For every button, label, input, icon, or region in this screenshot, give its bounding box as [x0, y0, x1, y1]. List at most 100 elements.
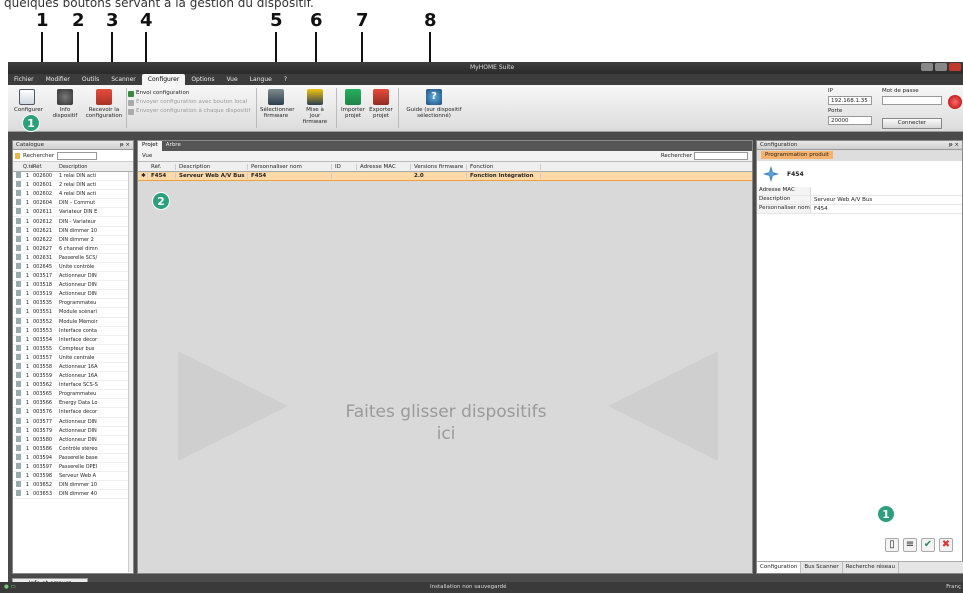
mise-a-jour-firmware-button[interactable]: Mise à jour firmware	[300, 89, 330, 125]
property-row[interactable]: Description Serveur Web A/V Bus	[757, 196, 962, 205]
list-item[interactable]: 1 003652 DIN dimmer 10	[13, 481, 133, 491]
list-item[interactable]: 1 003551 Module scénari	[13, 308, 133, 318]
list-item[interactable]: 1 003579 Actionneur DIN	[13, 426, 133, 436]
ip-label: IP	[828, 88, 833, 94]
config-document-button[interactable]: ▯	[885, 538, 899, 552]
password-field[interactable]	[882, 96, 942, 105]
menu-modifier[interactable]: Modifier	[40, 74, 76, 85]
list-item[interactable]: 1 003576 Interface décor	[13, 408, 133, 418]
guide-button[interactable]: ? Guide (sur dispositif sélectionné)	[400, 89, 468, 119]
device-star-icon	[763, 166, 779, 182]
list-item[interactable]: 1 002622 DIN dimmer 2	[13, 235, 133, 245]
minimize-button[interactable]	[921, 63, 933, 71]
catalogue-scrollbar[interactable]	[128, 172, 133, 572]
device-icon	[13, 463, 23, 471]
list-item[interactable]: 1 003518 Actionneur DIN	[13, 281, 133, 291]
property-row[interactable]: Adresse MAC	[757, 187, 962, 196]
list-item[interactable]: 1 002627 6 channel dimn	[13, 244, 133, 254]
configuration-pane: Configuration ᵽ × Programmation produit …	[756, 140, 963, 574]
list-item[interactable]: 1 003558 Actionneur 16A	[13, 363, 133, 373]
list-item[interactable]: 1 003517 Actionneur DIN	[13, 272, 133, 282]
badge-2: 2	[152, 192, 170, 210]
catalogue-pane: Catalogue ᵽ × Rechercher Q.té Réf. Descr…	[12, 140, 134, 574]
list-item[interactable]: 1 003597 Passerelle OPEI	[13, 463, 133, 473]
port-field[interactable]: 20000	[828, 116, 872, 125]
envoi-bouton-local-button[interactable]: Envoyer configuration avec bouton local	[128, 98, 250, 107]
list-item[interactable]: 1 003586 Contrôle stéréo	[13, 444, 133, 454]
list-item[interactable]: 1 002645 Unité contrôle	[13, 262, 133, 273]
list-item[interactable]: 1 003535 Programmateu	[13, 299, 133, 309]
maximize-button[interactable]	[935, 63, 947, 71]
menu-configurer[interactable]: Configurer	[141, 74, 186, 85]
menu-langue[interactable]: Langue	[244, 74, 278, 85]
list-item[interactable]: 1 003598 Serveur Web A	[13, 472, 133, 482]
tab-recherche-reseau[interactable]: Recherche réseau	[843, 562, 899, 573]
device-icon	[13, 344, 23, 353]
list-item[interactable]: 1 003555 Compteur bus	[13, 344, 133, 354]
list-item[interactable]: 1 002601 2 relai DIN acti	[13, 181, 133, 191]
menu-outils[interactable]: Outils	[76, 74, 105, 85]
selectionner-firmware-button[interactable]: Sélectionner firmware	[260, 89, 294, 119]
info-dispositif-button[interactable]: Info dispositif	[50, 89, 80, 119]
exporter-projet-button[interactable]: Exporter projet	[368, 89, 394, 119]
list-item[interactable]: 1 002600 1 relai DIN acti	[13, 172, 133, 182]
list-item[interactable]: 1 003559 Actionneur 16A	[13, 372, 133, 382]
list-item[interactable]: 1 003565 Programmateu	[13, 390, 133, 400]
ip-field[interactable]: 192.168.1.35	[828, 96, 872, 105]
menu-vue[interactable]: Vue	[220, 74, 243, 85]
close-button[interactable]	[949, 63, 961, 71]
tab-projet[interactable]: Projet	[138, 141, 162, 151]
list-item[interactable]: 1 002611 Variateur DIN E	[13, 208, 133, 218]
programmation-produit-tab[interactable]: Programmation produit	[757, 150, 962, 161]
list-item[interactable]: 1 003557 Unité centrale	[13, 353, 133, 363]
apply-check-button[interactable]: ✔	[921, 538, 935, 552]
list-item[interactable]: 1 003554 Interface décor	[13, 335, 133, 345]
list-item[interactable]: 1 002621 DIN dimmer 10	[13, 226, 133, 236]
menu-fichier[interactable]: Fichier	[8, 74, 40, 85]
list-item[interactable]: 1 002612 DIN - Variateur	[13, 217, 133, 227]
drop-zone-text[interactable]: Faites glisser dispositifs ici	[138, 401, 754, 445]
list-item[interactable]: 1 003577 Actionneur DIN	[13, 417, 133, 427]
list-item[interactable]: 1 003552 Module Mémoir	[13, 317, 133, 327]
pin-close-icon[interactable]: ᵽ ×	[120, 142, 130, 148]
tab-configuration[interactable]: Configuration	[757, 562, 802, 573]
device-icon	[13, 435, 23, 444]
property-row[interactable]: Personnaliser nom F454	[757, 205, 962, 214]
table-row[interactable]: ✱ F454 Serveur Web A/V Bus F454 2.0 Fonc…	[138, 172, 752, 181]
connect-button[interactable]: Connecter	[882, 118, 942, 129]
tab-arbre[interactable]: Arbre	[162, 141, 185, 151]
title-bar: MyHOME Suite	[8, 62, 963, 74]
envoi-configuration-button[interactable]: Envoi configuration	[128, 89, 250, 98]
list-item[interactable]: 1 002631 Passerelle SCS/	[13, 253, 133, 263]
list-item[interactable]: 1 003562 Interface SCS-S	[13, 381, 133, 391]
menu-scanner[interactable]: Scanner	[105, 74, 142, 85]
configurer-button[interactable]: Configurer	[14, 89, 43, 113]
menu-help[interactable]: ?	[278, 74, 293, 85]
config-list-button[interactable]: ≡	[903, 538, 917, 552]
list-item[interactable]: 1 003553 Interface conta	[13, 326, 133, 336]
list-item[interactable]: 1 003594 Passerelle base	[13, 453, 133, 463]
language-indicator: Franç	[946, 584, 961, 590]
device-info-icon	[57, 89, 73, 105]
importer-projet-button[interactable]: Importer projet	[340, 89, 366, 119]
device-icon	[13, 272, 23, 280]
document-icon	[19, 89, 35, 105]
list-item[interactable]: 1 003653 DIN dimmer 40	[13, 490, 133, 500]
list-item[interactable]: 1 003580 Actionneur DIN	[13, 435, 133, 445]
tab-bus-scanner[interactable]: Bus Scanner	[801, 562, 843, 573]
callout-3: 3	[106, 10, 119, 31]
menu-options[interactable]: Options	[185, 74, 220, 85]
folder-icon	[15, 152, 20, 159]
recevoir-configuration-button[interactable]: Recevoir la configuration	[84, 89, 124, 119]
envoi-chaque-dispositif-button[interactable]: Envoyer configuration à chaque dispositi…	[128, 107, 250, 116]
list-item[interactable]: 1 002602 4 relai DIN acti	[13, 190, 133, 200]
catalogue-search-input[interactable]	[57, 151, 98, 160]
pin-close-icon[interactable]: ᵽ ×	[949, 142, 959, 148]
cancel-x-button[interactable]: ✖	[939, 538, 953, 552]
device-icon	[13, 226, 23, 235]
list-item[interactable]: 1 003519 Actionneur DIN	[13, 290, 133, 300]
list-item[interactable]: 1 003566 Energy Data Lo	[13, 399, 133, 409]
vue-button[interactable]: Vue	[142, 153, 152, 159]
project-search-input[interactable]	[694, 152, 748, 160]
list-item[interactable]: 1 002604 DIN – Commut	[13, 199, 133, 209]
